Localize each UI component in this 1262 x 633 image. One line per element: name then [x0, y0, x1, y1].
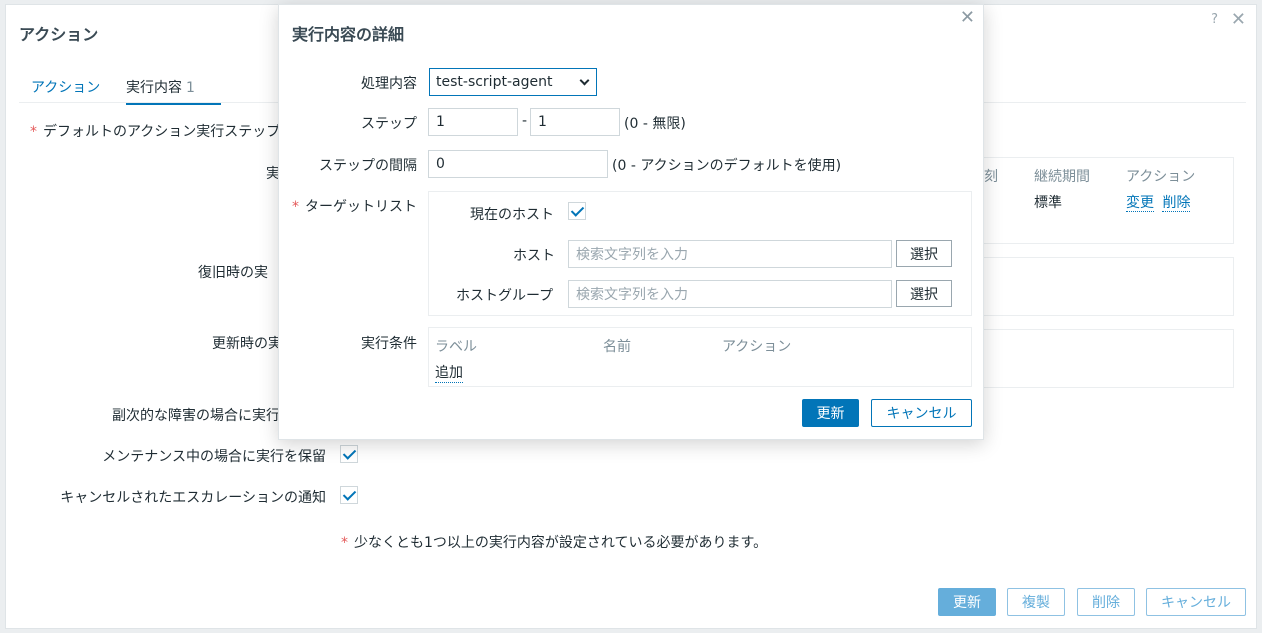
host-group-select-button[interactable]: 選択 — [896, 280, 952, 307]
delete-link[interactable]: 削除 — [1162, 195, 1191, 212]
operation-details-modal: 実行内容の詳細 ✕ 処理内容 test-script-agent ステップ 1 … — [278, 4, 984, 440]
operation-type-label: 処理内容 — [361, 76, 417, 92]
operations-table: 刻 継続期間 アクション 標準 変更 削除 — [976, 157, 1234, 244]
col-partial: 刻 — [984, 169, 998, 185]
operation-row-actions: 変更 削除 — [1126, 192, 1191, 212]
step-from-input[interactable]: 1 — [428, 108, 518, 136]
step-interval-input[interactable]: 0 — [428, 150, 608, 178]
step-interval-label: ステップの間隔 — [319, 158, 417, 174]
required-marker: * — [341, 535, 348, 551]
required-marker: * — [30, 124, 37, 140]
maintenance-pause-label: メンテナンス中の場合に実行を保留 — [102, 449, 326, 465]
col-duration: 継続期間 — [1034, 169, 1090, 185]
steps-label: ステップ — [361, 116, 417, 132]
secondary-problems-label: 副次的な障害の場合に実行 — [112, 408, 280, 424]
operation-type-value: test-script-agent — [436, 74, 553, 90]
host-search-input[interactable]: 検索文字列を入力 — [568, 240, 892, 268]
edit-link[interactable]: 変更 — [1126, 195, 1154, 212]
operation-type-select[interactable]: test-script-agent — [429, 68, 597, 96]
update-operations-box — [976, 329, 1234, 388]
interval-hint: (0 - アクションのデフォルトを使用) — [612, 158, 842, 174]
dialog-title: アクション — [19, 25, 99, 44]
cancel-button[interactable]: キャンセル — [1146, 588, 1246, 616]
modal-update-button[interactable]: 更新 — [802, 399, 859, 427]
tab-operations[interactable]: 実行内容 1 — [126, 77, 221, 105]
tab-operations-count: 1 — [186, 80, 195, 96]
chevron-down-icon — [579, 75, 590, 86]
modal-cancel-button[interactable]: キャンセル — [871, 399, 972, 427]
tab-action[interactable]: アクション — [31, 77, 100, 97]
recovery-operations-label: 復旧時の実 — [198, 265, 268, 281]
duration-value: 標準 — [1034, 195, 1062, 211]
notify-cancelled-checkbox[interactable] — [340, 486, 358, 504]
col-action: アクション — [1126, 169, 1196, 185]
host-label: ホスト — [513, 248, 555, 264]
notify-cancelled-label: キャンセルされたエスカレーションの通知 — [60, 490, 326, 506]
target-list-label: * ターゲットリスト — [292, 199, 417, 215]
help-icon[interactable]: ? — [1211, 12, 1218, 27]
step-to-input[interactable]: 1 — [530, 108, 620, 136]
host-group-search-input[interactable]: 検索文字列を入力 — [568, 280, 892, 308]
tab-operations-label: 実行内容 — [126, 80, 182, 96]
recovery-operations-box — [976, 257, 1234, 316]
conditions-label: 実行条件 — [361, 336, 417, 352]
add-condition-link[interactable]: 追加 — [435, 362, 463, 383]
steps-hint: (0 - 無限) — [624, 116, 686, 132]
update-button[interactable]: 更新 — [938, 588, 996, 616]
cond-col-name: 名前 — [603, 339, 631, 355]
step-separator: - — [522, 113, 528, 129]
operations-required-note: * 少なくとも1つ以上の実行内容が設定されている必要があります。 — [341, 535, 768, 551]
maintenance-pause-checkbox[interactable] — [340, 445, 358, 463]
close-icon[interactable]: ✕ — [1231, 9, 1246, 30]
current-host-checkbox[interactable] — [568, 202, 586, 220]
required-marker: * — [292, 199, 299, 215]
modal-close-icon[interactable]: ✕ — [960, 7, 975, 28]
delete-button[interactable]: 削除 — [1077, 588, 1135, 616]
cond-col-action: アクション — [722, 339, 792, 355]
cond-col-label: ラベル — [435, 339, 477, 355]
target-list-box: 現在のホスト ホスト 検索文字列を入力 選択 ホストグループ 検索文字列を入力 … — [428, 191, 972, 316]
host-group-label: ホストグループ — [456, 288, 554, 304]
current-host-label: 現在のホスト — [470, 207, 554, 223]
clone-button[interactable]: 複製 — [1007, 588, 1065, 616]
modal-title: 実行内容の詳細 — [292, 25, 405, 44]
host-select-button[interactable]: 選択 — [896, 240, 952, 267]
conditions-table: ラベル 名前 アクション 追加 — [428, 327, 972, 387]
